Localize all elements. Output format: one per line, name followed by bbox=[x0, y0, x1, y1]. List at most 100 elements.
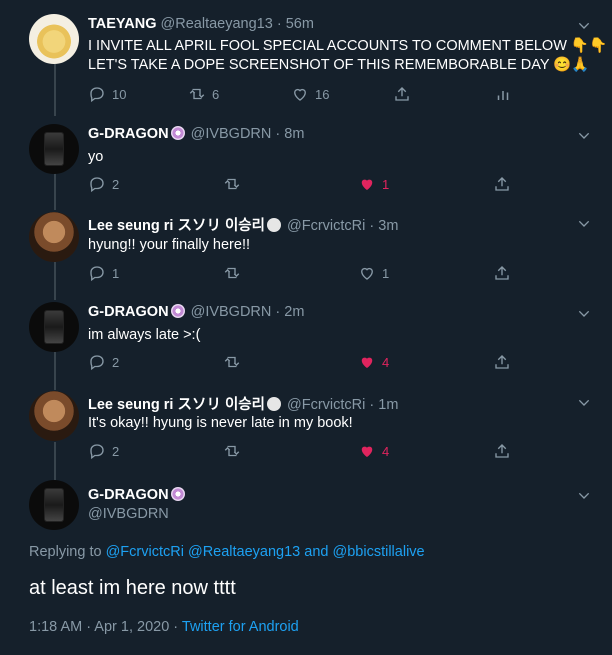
like-count: 4 bbox=[382, 443, 390, 459]
tweet[interactable]: TAEYANG @Realtaeyang13 · 56m I INVITE AL… bbox=[0, 0, 612, 116]
tweet-header: Lee seung ri スソリ 이승리 @FcrvictcRi · 3m bbox=[88, 214, 398, 235]
tweet-header: G-DRAGON @IVBGDRN · 2m bbox=[88, 304, 304, 320]
focused-tweet: G-DRAGON @IVBGDRN Replying to @FcrvictcR… bbox=[0, 476, 612, 655]
tweet-source[interactable]: Twitter for Android bbox=[182, 619, 299, 635]
handle[interactable]: @IVBGDRN bbox=[191, 126, 272, 142]
retweet-button[interactable]: 6 bbox=[188, 85, 219, 103]
tweet-header: Lee seung ri スソリ 이승리 @FcrvictcRi · 1m bbox=[88, 393, 398, 414]
tweet-timestamp[interactable]: 1:18 AM · Apr 1, 2020 · bbox=[29, 619, 182, 635]
circle-badge-icon bbox=[267, 397, 281, 411]
share-button[interactable] bbox=[393, 85, 411, 103]
circle-badge-icon bbox=[267, 218, 281, 232]
chevron-down-icon[interactable] bbox=[576, 488, 592, 504]
reply-button[interactable]: 2 bbox=[88, 175, 119, 193]
tweet[interactable]: Lee seung ri スソリ 이승리 @FcrvictcRi · 1m It… bbox=[0, 386, 612, 476]
flower-badge-icon bbox=[170, 304, 185, 318]
display-name[interactable]: G-DRAGON bbox=[88, 304, 169, 320]
tweet-text: LET'S TAKE A DOPE SCREENSHOT OF THIS REM… bbox=[88, 57, 590, 73]
avatar[interactable] bbox=[29, 480, 79, 530]
tweet-header: TAEYANG @Realtaeyang13 · 56m bbox=[88, 16, 314, 32]
heart-filled-icon bbox=[361, 446, 373, 457]
reply-count: 2 bbox=[112, 443, 120, 459]
chevron-down-icon[interactable] bbox=[576, 216, 592, 232]
retweet-button[interactable] bbox=[223, 264, 241, 282]
tweet-text: yo bbox=[88, 149, 104, 165]
reply-count: 2 bbox=[112, 176, 120, 192]
handle[interactable]: @FcrvictcRi bbox=[287, 397, 365, 413]
avatar[interactable] bbox=[29, 14, 79, 64]
like-button[interactable]: 1 bbox=[358, 175, 389, 193]
share-icon bbox=[495, 444, 509, 458]
mention-link[interactable]: @FcrvictcRi bbox=[106, 544, 184, 560]
tweet-header: G-DRAGON bbox=[88, 487, 187, 503]
retweet-icon bbox=[189, 88, 205, 100]
like-button[interactable]: 16 bbox=[291, 85, 329, 103]
avatar[interactable] bbox=[29, 124, 79, 174]
mention-link[interactable]: @Realtaeyang13 bbox=[188, 544, 300, 560]
retweet-icon bbox=[224, 445, 240, 457]
handle[interactable]: @Realtaeyang13 bbox=[161, 16, 273, 32]
share-button[interactable] bbox=[493, 264, 511, 282]
like-button[interactable]: 4 bbox=[358, 353, 389, 371]
chevron-down-icon[interactable] bbox=[576, 395, 592, 411]
display-name[interactable]: G-DRAGON bbox=[88, 487, 169, 503]
handle[interactable]: @FcrvictcRi bbox=[287, 218, 365, 234]
timestamp[interactable]: · 56m bbox=[277, 16, 314, 32]
reply-icon bbox=[90, 355, 104, 371]
retweet-icon bbox=[224, 267, 240, 279]
chevron-down-icon[interactable] bbox=[576, 18, 592, 34]
heart-filled-icon bbox=[361, 357, 373, 368]
reply-count: 10 bbox=[112, 86, 127, 102]
display-name[interactable]: Lee seung ri スソリ 이승리 bbox=[88, 397, 265, 413]
reply-button[interactable]: 2 bbox=[88, 353, 119, 371]
tweet-actions: 10 6 16 bbox=[88, 85, 528, 105]
avatar[interactable] bbox=[29, 302, 79, 352]
retweet-button[interactable] bbox=[223, 353, 241, 371]
analytics-button[interactable] bbox=[494, 85, 512, 103]
reply-button[interactable]: 10 bbox=[88, 85, 126, 103]
retweet-icon bbox=[224, 178, 240, 190]
reply-count: 2 bbox=[112, 354, 120, 370]
tweet[interactable]: G-DRAGON @IVBGDRN · 8m yo 2 1 bbox=[0, 116, 612, 206]
timestamp[interactable]: · 1m bbox=[369, 397, 398, 413]
handle[interactable]: @IVBGDRN bbox=[191, 304, 272, 320]
flower-badge-icon bbox=[170, 126, 185, 140]
reply-button[interactable]: 1 bbox=[88, 264, 119, 282]
tweet-text: im always late >:( bbox=[88, 327, 201, 343]
retweet-icon bbox=[224, 356, 240, 368]
reply-icon bbox=[90, 177, 104, 193]
tweet-actions: 1 1 bbox=[88, 264, 528, 284]
mention-link[interactable]: @bbicstillalive bbox=[333, 544, 425, 560]
like-button[interactable]: 1 bbox=[358, 264, 389, 282]
reply-icon bbox=[90, 266, 104, 282]
retweet-button[interactable] bbox=[223, 442, 241, 460]
avatar[interactable] bbox=[29, 391, 79, 441]
tweet[interactable]: G-DRAGON @IVBGDRN · 2m im always late >:… bbox=[0, 296, 612, 386]
timestamp[interactable]: · 2m bbox=[275, 304, 304, 320]
timestamp[interactable]: · 3m bbox=[369, 218, 398, 234]
timestamp[interactable]: · 8m bbox=[275, 126, 304, 142]
handle[interactable]: @IVBGDRN bbox=[88, 506, 169, 522]
reply-button[interactable]: 2 bbox=[88, 442, 119, 460]
share-button[interactable] bbox=[493, 175, 511, 193]
and-text[interactable]: and bbox=[304, 544, 328, 560]
tweet-text: It's okay!! hyung is never late in my bo… bbox=[88, 415, 353, 431]
heart-icon bbox=[294, 88, 306, 101]
chevron-down-icon[interactable] bbox=[576, 306, 592, 322]
share-icon bbox=[495, 177, 509, 191]
display-name[interactable]: Lee seung ri スソリ 이승리 bbox=[88, 218, 265, 234]
share-button[interactable] bbox=[493, 353, 511, 371]
share-button[interactable] bbox=[493, 442, 511, 460]
tweet-actions: 2 4 bbox=[88, 353, 528, 373]
display-name[interactable]: TAEYANG bbox=[88, 16, 157, 32]
flower-badge-icon bbox=[170, 487, 185, 501]
display-name[interactable]: G-DRAGON bbox=[88, 126, 169, 142]
tweet[interactable]: Lee seung ri スソリ 이승리 @FcrvictcRi · 3m hy… bbox=[0, 206, 612, 296]
replying-to-label: Replying to bbox=[29, 544, 102, 560]
tweet-text: hyung!! your finally here!! bbox=[88, 237, 251, 253]
chevron-down-icon[interactable] bbox=[576, 128, 592, 144]
avatar[interactable] bbox=[29, 212, 79, 262]
retweet-button[interactable] bbox=[223, 175, 241, 193]
share-icon bbox=[495, 266, 509, 280]
like-button[interactable]: 4 bbox=[358, 442, 389, 460]
